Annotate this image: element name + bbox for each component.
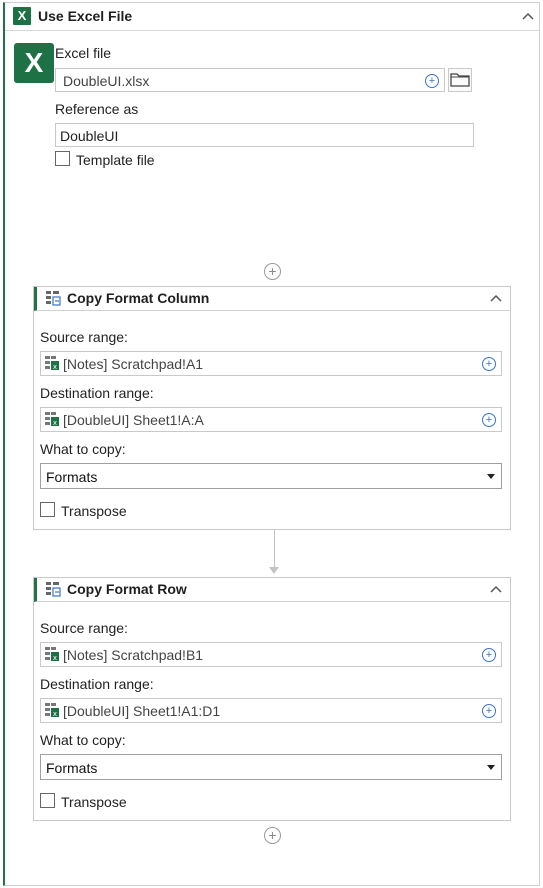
copy-format-column-title: Copy Format Column [67,290,210,306]
transpose-label: Transpose [61,503,127,519]
template-file-checkbox[interactable] [55,151,70,166]
plus-circle-icon[interactable]: + [482,648,496,662]
what-to-copy-label: What to copy: [40,441,126,457]
excel-large-icon: X [14,43,54,83]
excel-range-icon: x [45,412,59,426]
plus-circle-icon[interactable]: + [425,74,439,88]
what-to-copy-value: Formats [46,760,98,776]
browse-folder-button[interactable] [448,68,472,92]
copy-format-column-card: Copy Format Column Source range: x [Note… [33,286,511,530]
excel-file-label: Excel file [55,45,112,61]
transpose-label: Transpose [61,794,127,810]
source-range-value: [Notes] Scratchpad!A1 [63,356,204,372]
svg-text:x: x [53,710,57,717]
excel-file-value: DoubleUI.xlsx [63,73,150,89]
use-excel-file-title: Use Excel File [38,8,133,24]
arrow-down-icon [269,567,279,574]
copy-format-column-header[interactable]: Copy Format Column [34,287,510,311]
what-to-copy-select[interactable]: Formats [40,754,502,780]
plus-circle-icon[interactable]: + [482,357,496,371]
add-activity-icon[interactable]: + [264,263,281,280]
what-to-copy-label: What to copy: [40,732,126,748]
svg-text:x: x [53,654,57,661]
dropdown-arrow-icon [487,474,495,479]
destination-range-value: [DoubleUI] Sheet1!A:A [63,412,204,428]
destination-range-input[interactable]: x [DoubleUI] Sheet1!A:A + [40,407,502,432]
reference-as-value: DoubleUI [60,128,119,144]
flow-connector [274,530,275,568]
excel-range-icon: x [45,703,59,717]
chevron-up-icon[interactable] [488,290,504,306]
excel-range-icon: x [45,356,59,370]
svg-text:x: x [53,363,57,370]
destination-range-value: [DoubleUI] Sheet1!A1:D1 [63,703,221,719]
excel-file-input[interactable]: DoubleUI.xlsx + [55,68,445,92]
plus-circle-icon[interactable]: + [482,704,496,718]
folder-icon [450,73,470,87]
copy-format-row-header[interactable]: Copy Format Row [34,578,510,602]
source-range-value: [Notes] Scratchpad!B1 [63,647,204,663]
source-range-input[interactable]: x [Notes] Scratchpad!A1 + [40,351,502,376]
copy-format-icon [46,582,61,597]
use-excel-file-container: X Use Excel File X Excel file DoubleUI.x… [3,2,540,886]
source-range-label: Source range: [40,329,128,345]
copy-format-row-card: Copy Format Row Source range: x [Notes] … [33,577,511,821]
chevron-up-icon[interactable] [520,8,536,24]
svg-text:x: x [53,419,57,426]
copy-format-icon [46,291,61,306]
add-activity-icon[interactable]: + [264,827,281,844]
template-file-label: Template file [76,152,155,168]
transpose-checkbox[interactable] [40,502,55,517]
use-excel-file-header[interactable]: X Use Excel File [5,3,539,31]
destination-range-label: Destination range: [40,385,154,401]
source-range-input[interactable]: x [Notes] Scratchpad!B1 + [40,642,502,667]
dropdown-arrow-icon [487,765,495,770]
what-to-copy-select[interactable]: Formats [40,463,502,489]
destination-range-label: Destination range: [40,676,154,692]
reference-as-label: Reference as [55,101,139,117]
source-range-label: Source range: [40,620,128,636]
copy-format-row-title: Copy Format Row [67,581,187,597]
what-to-copy-value: Formats [46,469,98,485]
excel-icon: X [13,7,31,25]
plus-circle-icon[interactable]: + [482,413,496,427]
excel-range-icon: x [45,647,59,661]
reference-as-input[interactable]: DoubleUI [55,123,474,147]
destination-range-input[interactable]: x [DoubleUI] Sheet1!A1:D1 + [40,698,502,723]
chevron-up-icon[interactable] [488,581,504,597]
transpose-checkbox[interactable] [40,793,55,808]
